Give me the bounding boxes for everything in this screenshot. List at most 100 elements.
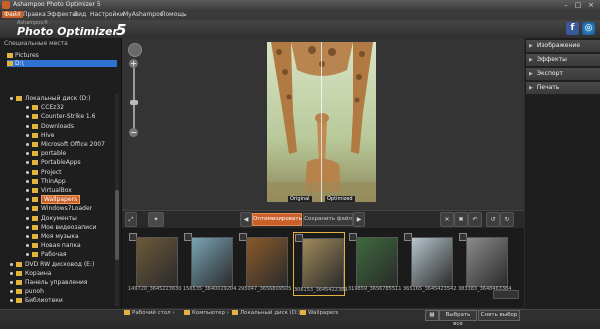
comparison-divider[interactable]: [321, 42, 322, 202]
tree-item[interactable]: Документы: [26, 215, 77, 224]
expand-bullet-icon[interactable]: [26, 179, 29, 183]
expand-bullet-icon[interactable]: [10, 97, 13, 100]
delete-all-icon[interactable]: ✖: [454, 212, 468, 227]
thumbnail-item[interactable]: 295047_3656809505: [238, 232, 291, 294]
section-print[interactable]: ▶ Печать: [526, 82, 600, 95]
globe-icon[interactable]: ◎: [582, 22, 595, 35]
special-item-d-drive[interactable]: D:\: [7, 60, 117, 67]
thumbnail-image[interactable]: [356, 237, 398, 287]
zoom-slider-track[interactable]: [133, 65, 135, 133]
next-arrow-icon[interactable]: ▶: [353, 212, 365, 227]
thumbnail-item[interactable]: 319859_3656785511: [348, 232, 401, 294]
expand-bullet-icon[interactable]: [26, 124, 29, 128]
rotate-left-icon[interactable]: ↺: [486, 212, 500, 227]
expand-bullet-icon[interactable]: [10, 299, 13, 303]
expand-bullet-icon[interactable]: [26, 235, 29, 238]
thumbnail-item[interactable]: 156535_3640029204: [183, 232, 236, 294]
tree-item[interactable]: Панель управления: [10, 279, 88, 288]
expand-bullet-icon[interactable]: [26, 225, 29, 229]
tree-scrollbar-thumb[interactable]: [115, 190, 119, 260]
tree-item[interactable]: Библиотеки: [10, 297, 63, 306]
tree-item[interactable]: ThinApp: [26, 178, 66, 187]
tree-item[interactable]: Мое видеозаписи: [26, 224, 96, 233]
menu-help[interactable]: Помощь: [159, 11, 189, 18]
expand-bullet-icon[interactable]: [26, 106, 29, 110]
tree-item[interactable]: portable: [26, 150, 66, 159]
undo-icon[interactable]: ↶: [468, 212, 482, 227]
previous-arrow-icon[interactable]: ◀: [240, 212, 252, 227]
tree-item[interactable]: punoh: [10, 288, 44, 297]
rotate-right-icon[interactable]: ↻: [500, 212, 514, 227]
thumbnail-item[interactable]: 306153_36454223892: [293, 232, 348, 296]
tree-item[interactable]: Wallpapers: [26, 195, 81, 205]
zoom-in-button[interactable]: +: [129, 59, 138, 68]
thumb-size-icon[interactable]: ▦: [425, 310, 439, 321]
tree-item[interactable]: Локальный диск (D:): [10, 95, 91, 104]
section-export[interactable]: ▶ Экспорт: [526, 68, 600, 81]
save-file-button[interactable]: Сохранить файл: [303, 213, 353, 226]
expand-bullet-icon[interactable]: [26, 115, 29, 119]
tree-item[interactable]: Windows7Loader: [26, 205, 92, 214]
brand-version: 5: [116, 21, 127, 39]
tree-item[interactable]: PortableApps: [26, 159, 81, 168]
tree-item[interactable]: CCEz32: [26, 104, 64, 113]
breadcrumb-drive[interactable]: Локальный диск (D:) ›: [232, 310, 304, 316]
thumbnail-item[interactable]: 149720_3645223630: [128, 232, 181, 294]
maximize-button[interactable]: □: [573, 1, 583, 9]
expand-bullet-icon[interactable]: [26, 133, 29, 137]
section-image[interactable]: ▶ Изображение: [526, 40, 600, 53]
expand-bullet-icon[interactable]: [26, 143, 29, 146]
breadcrumb-wallpapers[interactable]: Wallpapers: [300, 310, 338, 316]
auto-fix-icon[interactable]: ✦: [148, 212, 164, 227]
tree-item[interactable]: Корзина: [10, 270, 51, 279]
deselect-button[interactable]: Снять выбор: [478, 310, 520, 321]
optimize-button[interactable]: Оптимизировать: [252, 213, 302, 226]
expand-bullet-icon[interactable]: [26, 207, 29, 211]
expand-bullet-icon[interactable]: [26, 198, 29, 202]
thumbnail-image[interactable]: [302, 238, 344, 288]
thumbnail-image[interactable]: [191, 237, 233, 287]
expand-bullet-icon[interactable]: [10, 271, 13, 275]
tree-item[interactable]: Hive: [26, 132, 54, 141]
expand-bullet-icon[interactable]: [26, 253, 29, 257]
select-all-button[interactable]: Выбрать все: [439, 310, 477, 327]
tree-item[interactable]: Counter-Strike 1.6: [26, 113, 95, 122]
breadcrumb-computer[interactable]: Компьютер ›: [184, 310, 229, 316]
expand-bullet-icon[interactable]: [26, 244, 29, 248]
tree-item[interactable]: Project: [26, 169, 62, 178]
tree-item[interactable]: Новая папка: [26, 242, 81, 251]
special-item-pictures[interactable]: Pictures: [7, 52, 117, 59]
facebook-icon[interactable]: f: [566, 22, 579, 35]
tree-item[interactable]: Рабочая: [26, 251, 67, 260]
thumbnail-image[interactable]: [246, 237, 288, 287]
delete-icon[interactable]: ✕: [440, 212, 454, 227]
zoom-slider-thumb[interactable]: [130, 100, 138, 105]
thumbnail-item[interactable]: 365165_3645423542: [403, 232, 456, 294]
zoom-out-button[interactable]: −: [129, 128, 138, 137]
expand-bullet-icon[interactable]: [10, 281, 13, 284]
expand-bullet-icon[interactable]: [26, 170, 29, 174]
close-button[interactable]: ×: [586, 1, 596, 9]
expand-icon[interactable]: ⤢: [125, 212, 137, 227]
thumbnail-item[interactable]: 383383_3648463384: [458, 232, 511, 294]
menu-edit[interactable]: Правка: [21, 11, 48, 18]
thumbnail-image[interactable]: [466, 237, 508, 287]
section-effects[interactable]: ▶ Эффекты: [526, 54, 600, 67]
expand-bullet-icon[interactable]: [26, 152, 29, 156]
expand-bullet-icon[interactable]: [26, 216, 29, 220]
menu-file[interactable]: Файл: [2, 11, 23, 18]
tree-item[interactable]: Microsoft Office 2007: [26, 141, 105, 150]
expand-bullet-icon[interactable]: [10, 290, 13, 294]
expand-bullet-icon[interactable]: [26, 161, 29, 165]
breadcrumb-desktop[interactable]: Рабочий стол ›: [124, 310, 175, 316]
thumbnail-image[interactable]: [411, 237, 453, 287]
menu-view[interactable]: Вид: [72, 11, 88, 18]
pan-knob[interactable]: [128, 43, 142, 57]
tree-item[interactable]: Downloads: [26, 123, 74, 132]
tree-item[interactable]: Моя музыка: [26, 233, 79, 242]
expand-bullet-icon[interactable]: [10, 262, 13, 266]
thumbnail-image[interactable]: [136, 237, 178, 287]
expand-bullet-icon[interactable]: [26, 189, 29, 192]
tree-item[interactable]: DVD RW дисковод (E:): [10, 261, 94, 270]
minimize-button[interactable]: –: [561, 1, 571, 9]
